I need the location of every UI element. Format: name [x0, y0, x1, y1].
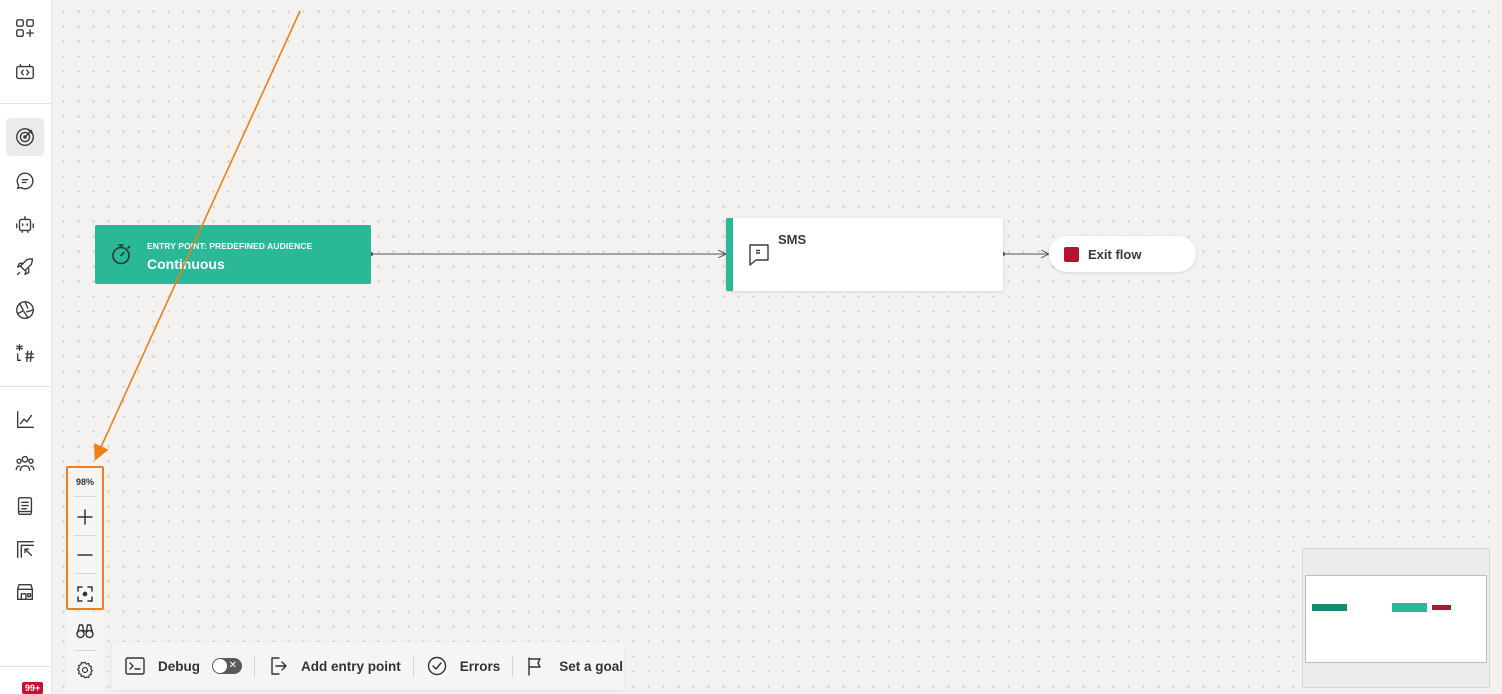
flow-canvas[interactable] — [52, 0, 1502, 694]
people-button[interactable] — [6, 444, 44, 482]
set-goal-label: Set a goal — [559, 658, 624, 674]
sms-node-title: SMS — [778, 232, 807, 247]
answers-button[interactable] — [6, 205, 44, 243]
exchange-button[interactable] — [6, 530, 44, 568]
bottom-toolbar: Debug ✕ Add entry point Errors Set a goa… — [112, 642, 624, 690]
search-elements-button[interactable] — [72, 618, 98, 644]
fit-view-button[interactable] — [72, 581, 98, 607]
ai-button[interactable] — [6, 291, 44, 329]
notification-badge[interactable]: 99+ — [22, 682, 44, 694]
rail-divider — [0, 103, 52, 104]
check-circle-icon — [427, 656, 446, 676]
set-goal-button[interactable]: Set a goal — [525, 642, 623, 690]
debug-control[interactable]: Debug ✕ — [124, 642, 242, 690]
campaigns-button[interactable] — [6, 248, 44, 286]
left-nav-rail: 99+ — [0, 0, 52, 694]
keywords-button[interactable] — [6, 334, 44, 372]
debug-label: Debug — [158, 658, 200, 674]
apps-add-button[interactable] — [6, 9, 44, 47]
store-icon — [16, 583, 34, 601]
zoom-in-button[interactable] — [72, 504, 98, 530]
code-box-icon — [16, 63, 34, 80]
toolbar-divider — [512, 655, 514, 677]
flow-settings-button[interactable] — [72, 657, 98, 683]
exit-flow-label: Exit flow — [1088, 247, 1142, 262]
developer-button[interactable] — [6, 53, 44, 91]
minus-icon — [77, 554, 93, 556]
enter-icon — [271, 657, 287, 675]
apps-add-icon — [16, 19, 34, 37]
zoom-divider — [74, 573, 96, 574]
terminal-icon — [125, 657, 145, 675]
zoom-level: 98% — [75, 477, 94, 487]
aperture-icon — [16, 301, 34, 319]
rocket-icon — [16, 258, 34, 276]
tool-divider — [74, 650, 96, 651]
message-icon — [747, 242, 771, 268]
gear-icon — [77, 661, 93, 679]
zoom-divider — [74, 535, 96, 536]
minimap-entry-node — [1312, 604, 1347, 611]
moments-button[interactable] — [6, 118, 44, 156]
sms-node[interactable]: SMS — [726, 218, 1003, 291]
errors-label: Errors — [459, 658, 501, 674]
conversations-button[interactable] — [6, 162, 44, 200]
people-icon — [15, 455, 35, 472]
minimap[interactable] — [1302, 548, 1490, 688]
stop-icon — [1064, 247, 1079, 262]
close-icon: ✕ — [228, 660, 237, 671]
hashtag-icon — [16, 344, 34, 362]
add-entry-point-button[interactable]: Add entry point — [267, 642, 401, 690]
bot-icon — [16, 215, 34, 233]
errors-button[interactable]: Errors — [426, 642, 501, 690]
analyze-button[interactable] — [6, 401, 44, 439]
canvas-tools — [66, 612, 104, 690]
zoom-out-button[interactable] — [72, 542, 98, 568]
rail-divider — [0, 386, 52, 387]
entry-point-type: ENTRY POINT: PREDEFINED AUDIENCE — [147, 241, 313, 251]
zoom-controls: 98% — [66, 466, 104, 610]
debug-toggle[interactable]: ✕ — [212, 658, 242, 674]
stopwatch-icon — [109, 242, 133, 266]
add-entry-point-label: Add entry point — [301, 658, 401, 674]
chat-icon — [16, 172, 34, 190]
rail-divider — [0, 666, 52, 667]
minimap-exit-node — [1432, 605, 1451, 610]
minimap-viewport[interactable] — [1305, 575, 1487, 663]
docs-button[interactable] — [6, 487, 44, 525]
target-icon — [16, 128, 34, 146]
binoculars-icon — [76, 624, 94, 639]
toggle-knob — [213, 659, 227, 673]
minimap-sms-node — [1392, 603, 1427, 612]
book-icon — [17, 497, 33, 515]
exit-flow-node[interactable]: Exit flow — [1049, 236, 1196, 272]
chart-icon — [16, 411, 34, 429]
marketplace-button[interactable] — [6, 573, 44, 611]
cursor-box-icon — [16, 540, 34, 558]
flag-icon — [528, 657, 541, 676]
entry-point-node[interactable]: ENTRY POINT: PREDEFINED AUDIENCE Continu… — [95, 225, 371, 284]
toolbar-divider — [412, 655, 414, 677]
focus-frame-icon — [77, 586, 93, 602]
toolbar-divider — [254, 655, 255, 677]
zoom-divider — [74, 496, 96, 497]
plus-icon — [77, 509, 93, 525]
entry-point-title: Continuous — [147, 256, 225, 272]
